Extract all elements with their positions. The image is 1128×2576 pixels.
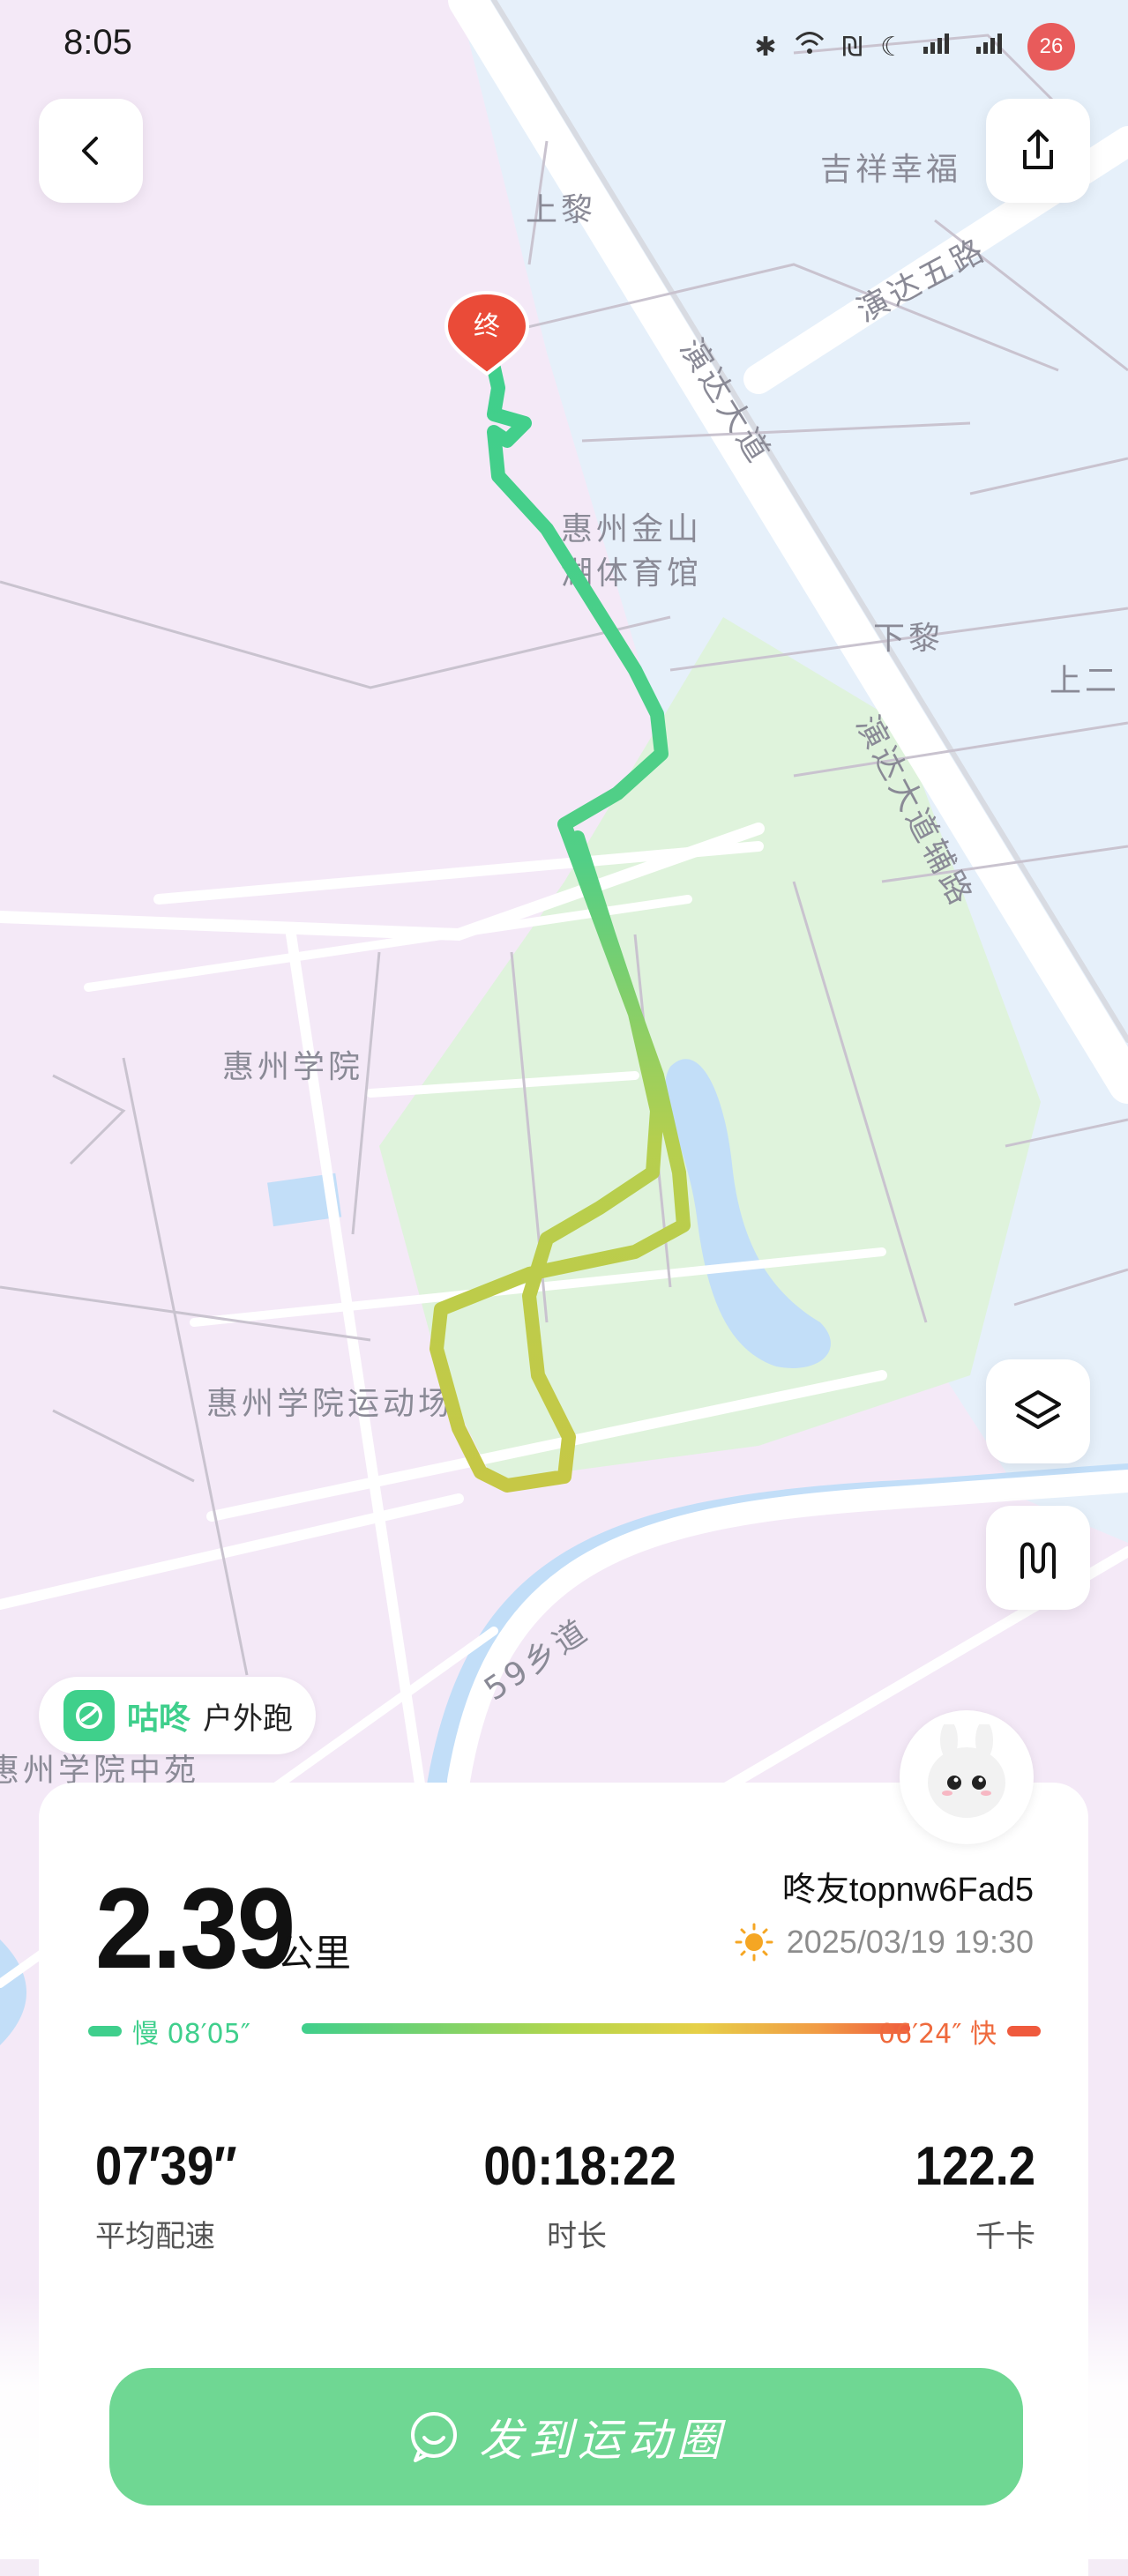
stat-avg-pace: 07′39″ 平均配速 <box>95 2135 257 2255</box>
battery-indicator: 26 <box>1027 23 1075 71</box>
chevron-left-icon <box>82 137 98 165</box>
sun-icon <box>735 1923 773 1962</box>
pace-fast-label: 06′24″ 快 <box>878 2019 997 2050</box>
stat-label: 平均配速 <box>95 2219 215 2254</box>
run-datetime: 2025/03/19 19:30 <box>786 1924 1034 1960</box>
signal-5g-icon <box>975 31 1010 63</box>
status-icons: ✱ ₪ ☾ 26 <box>754 23 1075 71</box>
signal-5g-icon <box>922 31 957 63</box>
pace-fast: 06′24″ 快 <box>878 2012 1041 2051</box>
post-label: 发到运动圈 <box>479 2415 726 2466</box>
status-time: 8:05 <box>63 23 132 62</box>
back-button[interactable] <box>39 99 143 203</box>
brand-name: 咕咚 <box>127 1701 191 1737</box>
map-label-stadium-line1: 惠州金山 <box>561 511 702 547</box>
map-label-shangli: 上黎 <box>526 192 596 228</box>
chat-bubble-icon <box>411 2412 457 2462</box>
stat-value: 07′39″ <box>95 2136 237 2197</box>
stat-label: 时长 <box>547 2219 607 2254</box>
distance-value: 2.39 <box>95 1864 295 1992</box>
map-label-shanger: 上二 <box>1050 663 1120 699</box>
pace-gradient-bar <box>302 2023 910 2034</box>
bluetooth-icon: ✱ <box>754 31 777 63</box>
sport-type: 户外跑 <box>203 1701 294 1737</box>
map-label-xiali: 下黎 <box>873 621 944 657</box>
post-to-moments-button[interactable]: 发到运动圈 <box>109 2368 1023 2505</box>
map-label-college: 惠州学院 <box>222 1049 363 1085</box>
route-icon <box>1020 1542 1056 1579</box>
pace-slow: 慢 08′05″ <box>88 2012 250 2051</box>
stat-label: 千卡 <box>975 2219 1035 2254</box>
status-bar: 8:05 ✱ ₪ ☾ 26 <box>0 0 1128 97</box>
username[interactable]: 咚友topnw6Fad5 <box>782 1862 1034 1910</box>
avatar[interactable] <box>900 1710 1034 1844</box>
brand-tag: 咕咚 户外跑 <box>39 1677 317 1754</box>
pace-legend: 慢 08′05″ 06′24″ 快 <box>88 2012 1041 2056</box>
share-export-button[interactable] <box>986 99 1090 203</box>
bunny-avatar-icon <box>928 1724 1005 1818</box>
stat-value: 122.2 <box>915 2136 1035 2197</box>
codoon-logo-icon <box>63 1690 115 1741</box>
distance-unit: 公里 <box>277 1932 352 1975</box>
wifi-icon <box>795 31 825 63</box>
map-label-sports-field: 惠州学院运动场 <box>206 1386 453 1422</box>
nfc-icon: ₪ <box>841 31 863 63</box>
date-row: 2025/03/19 19:30 <box>734 1922 1034 1962</box>
stat-calories: 122.2 千卡 <box>899 2135 1035 2255</box>
stat-duration: 00:18:22 时长 <box>471 2135 683 2255</box>
pace-slow-label: 慢 08′05″ <box>132 2019 250 2050</box>
map-label-jixiang: 吉祥幸福 <box>820 152 961 188</box>
svg-text:终: 终 <box>474 311 500 342</box>
share-icon <box>1023 130 1053 169</box>
stat-value: 00:18:22 <box>483 2136 676 2197</box>
route-replay-button[interactable] <box>986 1506 1090 1610</box>
layers-icon <box>1015 1390 1061 1429</box>
map-layers-button[interactable] <box>986 1359 1090 1463</box>
moon-icon: ☾ <box>880 31 904 63</box>
